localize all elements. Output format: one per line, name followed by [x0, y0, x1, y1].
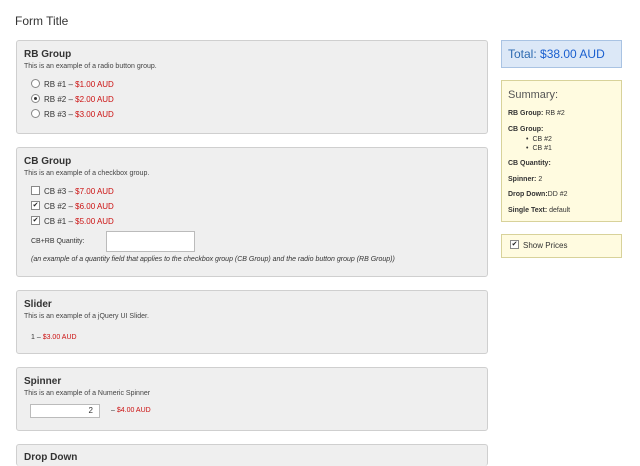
spinner-section: Spinner This is an example of a Numeric …: [16, 367, 488, 431]
radio-button[interactable]: [31, 109, 40, 119]
total-label: Total:: [508, 47, 537, 61]
cb-group-title: CB Group: [24, 156, 72, 167]
checkbox-checked[interactable]: ✔: [31, 201, 40, 211]
show-prices-toggle[interactable]: ✔ Show Prices: [501, 234, 622, 258]
cb-option-1[interactable]: ✔ CB #1 – $5.00 AUD: [31, 216, 114, 227]
rb-option-1[interactable]: RB #1 – $1.00 AUD: [31, 79, 114, 90]
summary-rb-group: RB Group: RB #2: [508, 110, 565, 117]
summary-panel: Summary: RB Group: RB #2 CB Group: CB #2…: [501, 80, 622, 222]
checkbox[interactable]: [31, 186, 40, 196]
slider-description: This is an example of a jQuery UI Slider…: [24, 313, 149, 320]
slider-title: Slider: [24, 299, 52, 310]
spinner-title: Spinner: [24, 376, 62, 387]
summary-value: 2: [538, 176, 543, 183]
rb-group-title: RB Group: [24, 49, 72, 60]
option-label: CB #2: [44, 202, 67, 211]
cb-group-description: This is an example of a checkbox group.: [24, 170, 150, 177]
summary-label: RB Group:: [508, 110, 544, 117]
option-price: $1.00 AUD: [75, 80, 114, 89]
form-title: Form Title: [15, 14, 69, 28]
total-amount: $38.00 AUD: [540, 47, 605, 61]
drop-down-title: Drop Down: [24, 452, 78, 463]
show-prices-label: Show Prices: [523, 241, 568, 250]
spinner-price-line: – $4.00 AUD: [111, 407, 151, 414]
option-price: $3.00 AUD: [75, 110, 114, 119]
option-price: $7.00 AUD: [75, 187, 114, 196]
summary-label: CB Group:: [508, 126, 544, 133]
summary-drop-down: Drop Down:DD #2: [508, 191, 568, 198]
slider-value-number: 1: [31, 334, 35, 341]
slider-price: $3.00 AUD: [42, 334, 77, 341]
summary-spinner: Spinner: 2: [508, 176, 542, 183]
option-price: $2.00 AUD: [75, 95, 114, 104]
summary-value: RB #2: [545, 110, 565, 117]
summary-cb-group: CB Group:: [508, 126, 543, 133]
summary-value: default: [549, 207, 571, 214]
slider-section: Slider This is an example of a jQuery UI…: [16, 290, 488, 354]
option-label: CB #1: [44, 217, 67, 226]
rb-option-3[interactable]: RB #3 – $3.00 AUD: [31, 109, 114, 120]
rb-option-2[interactable]: RB #2 – $2.00 AUD: [31, 94, 114, 105]
option-label: RB #2: [44, 95, 67, 104]
option-price: $5.00 AUD: [75, 217, 114, 226]
cb-option-3[interactable]: CB #3 – $7.00 AUD: [31, 186, 114, 197]
summary-label: Single Text:: [508, 207, 548, 214]
cb-group-section: CB Group This is an example of a checkbo…: [16, 147, 488, 277]
summary-label: CB Quantity:: [508, 160, 551, 167]
spinner-description: This is an example of a Numeric Spinner: [24, 390, 151, 397]
rb-group-description: This is an example of a radio button gro…: [24, 63, 157, 70]
summary-value: DD #2: [547, 191, 568, 198]
slider-value[interactable]: 1 – $3.00 AUD: [31, 334, 77, 341]
summary-heading: Summary:: [508, 89, 559, 101]
radio-button[interactable]: [31, 79, 40, 89]
summary-label: Spinner:: [508, 176, 537, 183]
option-label: RB #1: [44, 80, 67, 89]
option-label: RB #3: [44, 110, 67, 119]
summary-single-text: Single Text: default: [508, 207, 570, 214]
option-price: $6.00 AUD: [75, 202, 114, 211]
list-item: CB #2: [526, 135, 551, 144]
summary-cb-list: CB #2 CB #1: [526, 135, 551, 153]
cb-option-2[interactable]: ✔ CB #2 – $6.00 AUD: [31, 201, 114, 212]
list-item: CB #1: [526, 144, 551, 153]
quantity-label: CB+RB Quantity:: [31, 238, 85, 245]
quantity-note: (an example of a quantity field that app…: [31, 256, 395, 263]
quantity-input[interactable]: [106, 231, 195, 252]
spinner-input[interactable]: 2: [30, 404, 100, 418]
summary-cb-quantity: CB Quantity:: [508, 160, 551, 167]
summary-label: Drop Down:: [508, 191, 548, 198]
rb-group-section: RB Group This is an example of a radio b…: [16, 40, 488, 134]
radio-button-selected[interactable]: [31, 94, 40, 104]
checkbox-checked[interactable]: ✔: [31, 216, 40, 226]
option-label: CB #3: [44, 187, 67, 196]
spinner-price: $4.00 AUD: [116, 407, 151, 414]
total-box: Total: $38.00 AUD: [501, 40, 622, 68]
show-prices-checkbox[interactable]: ✔: [510, 240, 519, 250]
drop-down-section: Drop Down: [16, 444, 488, 466]
